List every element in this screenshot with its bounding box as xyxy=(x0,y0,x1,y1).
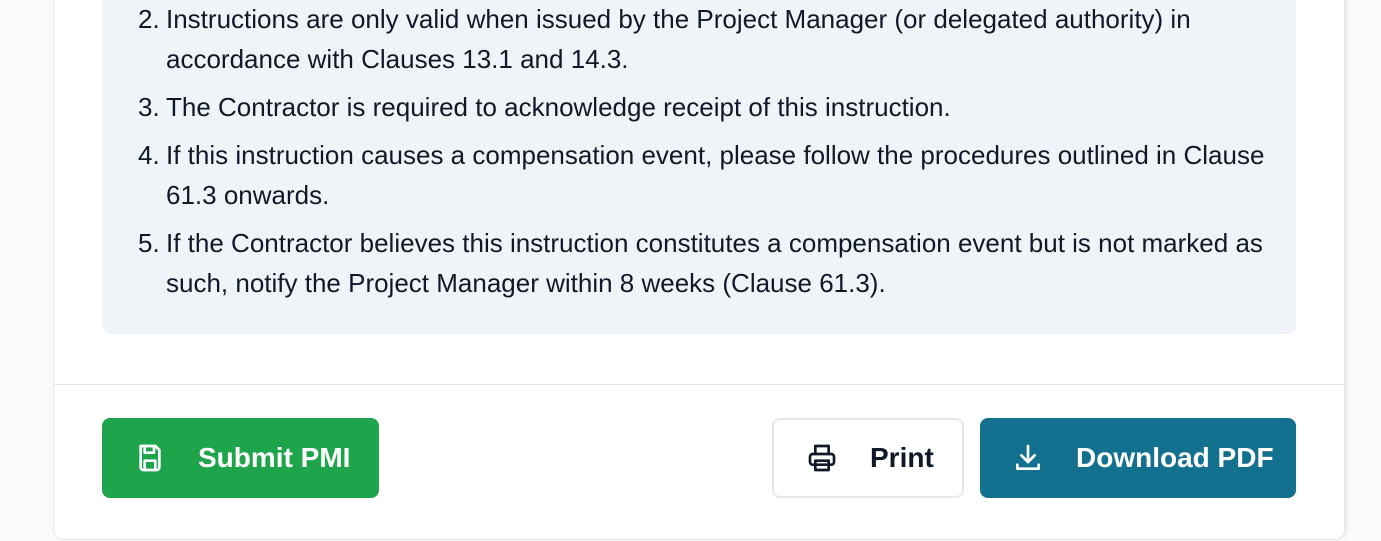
list-item-text: If the Contractor believes this instruct… xyxy=(166,228,1263,298)
notes-panel: 2. Instructions are only valid when issu… xyxy=(102,0,1296,334)
download-icon xyxy=(1012,442,1044,474)
list-item-text: Instructions are only valid when issued … xyxy=(166,4,1191,74)
list-item-number: 3. xyxy=(138,92,160,122)
print-button[interactable]: Print xyxy=(772,418,964,498)
list-item: 2. Instructions are only valid when issu… xyxy=(138,0,1268,79)
download-pdf-label: Download PDF xyxy=(1076,442,1274,473)
submit-pmi-label: Submit PMI xyxy=(198,442,351,473)
save-icon xyxy=(134,442,166,474)
list-item: 5. If the Contractor believes this instr… xyxy=(138,223,1268,303)
list-item-number: 5. xyxy=(138,228,160,258)
submit-pmi-button[interactable]: Submit PMI xyxy=(102,418,379,498)
footer-divider xyxy=(54,384,1344,385)
list-item: 3. The Contractor is required to acknowl… xyxy=(138,87,1268,127)
printer-icon xyxy=(806,442,838,474)
pmi-card: 2. Instructions are only valid when issu… xyxy=(53,0,1345,540)
list-item-number: 2. xyxy=(138,4,160,34)
list-item: 4. If this instruction causes a compensa… xyxy=(138,135,1268,215)
print-label: Print xyxy=(870,442,934,473)
list-item-number: 4. xyxy=(138,140,160,170)
notes-list: 2. Instructions are only valid when issu… xyxy=(138,0,1268,311)
list-item-text: The Contractor is required to acknowledg… xyxy=(166,92,951,122)
list-item-text: If this instruction causes a compensatio… xyxy=(166,140,1265,210)
download-pdf-button[interactable]: Download PDF xyxy=(980,418,1296,498)
